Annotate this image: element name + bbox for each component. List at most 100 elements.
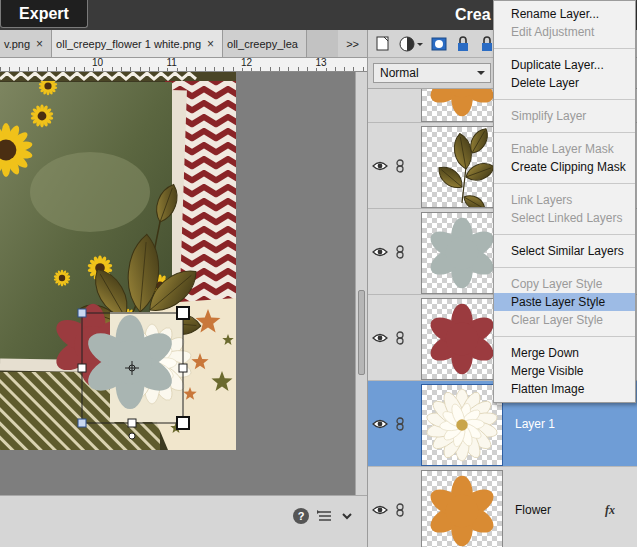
layer-thumbnail[interactable] bbox=[421, 298, 503, 380]
menu-item-state: Merge Visible bbox=[511, 364, 583, 378]
layer-link[interactable] bbox=[394, 123, 406, 209]
blend-mode-dropdown[interactable]: Normal bbox=[373, 63, 491, 83]
layer-mask-icon[interactable] bbox=[430, 35, 448, 53]
blend-mode-value: Normal bbox=[380, 66, 419, 80]
menu-item[interactable]: Flatten Image bbox=[494, 380, 635, 398]
menu-item[interactable]: Rename Layer... bbox=[494, 5, 635, 23]
layer-link[interactable] bbox=[394, 295, 406, 381]
eye-icon[interactable] bbox=[372, 333, 388, 343]
menu-item-state: Paste Layer Style bbox=[511, 295, 605, 309]
document-tab[interactable]: v.png × bbox=[0, 30, 52, 57]
menu-item-label: Simplify Layer bbox=[511, 109, 586, 123]
canvas[interactable] bbox=[0, 72, 355, 495]
document-tab[interactable]: oll_creepy_flower 1 white.png × bbox=[52, 30, 223, 57]
visibility-toggle[interactable] bbox=[372, 381, 388, 467]
menu-item-slot: Paste Layer Style bbox=[494, 293, 635, 311]
menu-item[interactable]: Delete Layer bbox=[494, 74, 635, 92]
eye-icon[interactable] bbox=[372, 247, 388, 257]
menu-item-label[interactable]: Rename Layer... bbox=[511, 7, 599, 21]
help-button[interactable]: ? bbox=[293, 508, 309, 524]
link-icon[interactable] bbox=[396, 245, 404, 259]
menu-item-slot: Enable Layer Mask bbox=[494, 140, 635, 158]
menu-item: Link Layers bbox=[494, 191, 635, 209]
layer-thumbnail[interactable] bbox=[421, 470, 503, 547]
scrollbar-thumb[interactable] bbox=[358, 290, 365, 375]
tab-overflow-button[interactable]: >> bbox=[338, 30, 367, 57]
scrapbook-image[interactable] bbox=[0, 72, 236, 450]
ruler-label: 13 bbox=[316, 58, 329, 68]
layer-thumbnail[interactable] bbox=[421, 126, 503, 208]
menu-item-label[interactable]: Duplicate Layer... bbox=[511, 58, 604, 72]
menu-item-slot: Rename Layer... bbox=[494, 5, 635, 23]
photoshop-elements-window: ExpertCreav.png×oll_creepy_flower 1 whit… bbox=[0, 0, 637, 547]
chevron-down-icon[interactable] bbox=[341, 508, 353, 524]
layer-name[interactable]: Flower bbox=[515, 467, 551, 547]
link-icon[interactable] bbox=[396, 417, 404, 431]
visibility-toggle[interactable] bbox=[372, 467, 388, 547]
menu-item-label[interactable]: Paste Layer Style bbox=[511, 295, 605, 309]
menu-item[interactable]: Duplicate Layer... bbox=[494, 56, 635, 74]
canvas-scrollbar[interactable] bbox=[355, 72, 367, 495]
menu-item-label[interactable]: Select Similar Layers bbox=[511, 244, 624, 258]
menu-item-slot: Clear Layer Style bbox=[494, 311, 635, 329]
menu-item[interactable]: Paste Layer Style bbox=[494, 293, 635, 311]
document-tabs: v.png×oll_creepy_flower 1 white.png×oll_… bbox=[0, 30, 367, 58]
menu-item-state: Select Linked Layers bbox=[511, 211, 622, 225]
menu-item-label[interactable]: Merge Down bbox=[511, 346, 579, 360]
menu-separator-slot bbox=[494, 227, 635, 242]
eye-icon[interactable] bbox=[372, 419, 388, 429]
menu-item-state: Create Clipping Mask bbox=[511, 160, 626, 174]
layer-link[interactable] bbox=[394, 88, 406, 123]
tab-label: v.png bbox=[4, 38, 30, 50]
menu-separator-slot bbox=[494, 176, 635, 191]
menu-item-slot: Copy Layer Style bbox=[494, 275, 635, 293]
ruler-label: 11 bbox=[167, 58, 179, 68]
tab-close-button[interactable]: × bbox=[207, 37, 214, 51]
document-area: v.png×oll_creepy_flower 1 white.png×oll_… bbox=[0, 30, 367, 547]
new-layer-icon[interactable] bbox=[374, 35, 392, 53]
eye-icon[interactable] bbox=[372, 161, 388, 171]
flower-shape bbox=[426, 476, 498, 547]
eye-icon[interactable] bbox=[372, 505, 388, 515]
menu-item-label[interactable]: Merge Visible bbox=[511, 364, 583, 378]
lock-transparent-icon[interactable] bbox=[454, 35, 472, 53]
layer-style-badge[interactable]: fx bbox=[605, 467, 615, 547]
document-tab[interactable]: oll_creepy_lea bbox=[223, 30, 307, 57]
menu-item-label[interactable]: Flatten Image bbox=[511, 382, 584, 396]
menu-item[interactable]: Create Clipping Mask bbox=[494, 158, 635, 176]
visibility-toggle[interactable] bbox=[372, 123, 388, 209]
visibility-toggle[interactable] bbox=[372, 209, 388, 295]
panel-list-icon[interactable] bbox=[317, 508, 333, 524]
status-bar: ? bbox=[0, 495, 367, 547]
tab-close-button[interactable]: × bbox=[36, 37, 43, 51]
menu-separator bbox=[494, 41, 635, 56]
visibility-toggle[interactable] bbox=[372, 88, 388, 123]
menu-item-slot: Duplicate Layer... bbox=[494, 56, 635, 74]
link-icon[interactable] bbox=[396, 503, 404, 517]
layer-row[interactable]: Flower fx bbox=[368, 467, 637, 547]
menu-item-state: Simplify Layer bbox=[511, 109, 586, 123]
adjustment-layer-icon[interactable] bbox=[398, 35, 424, 53]
tab-label: oll_creepy_flower 1 white.png bbox=[56, 38, 201, 50]
layer-link[interactable] bbox=[394, 467, 406, 547]
menu-item-slot: Delete Layer bbox=[494, 74, 635, 92]
menu-item: Enable Layer Mask bbox=[494, 140, 635, 158]
expert-mode-button[interactable]: Expert bbox=[0, 0, 88, 28]
menu-item[interactable]: Merge Down bbox=[494, 344, 635, 362]
visibility-toggle[interactable] bbox=[372, 295, 388, 381]
menu-item: Copy Layer Style bbox=[494, 275, 635, 293]
menu-item[interactable]: Select Similar Layers bbox=[494, 242, 635, 260]
link-icon[interactable] bbox=[396, 159, 404, 173]
layer-thumbnail[interactable] bbox=[421, 212, 503, 294]
layer-thumbnail[interactable] bbox=[421, 384, 503, 466]
layer-link[interactable] bbox=[394, 381, 406, 467]
separator-line bbox=[494, 267, 635, 268]
menu-item[interactable]: Merge Visible bbox=[494, 362, 635, 380]
layer-link[interactable] bbox=[394, 209, 406, 295]
menu-item-label[interactable]: Delete Layer bbox=[511, 76, 579, 90]
menu-item: Edit Adjustment bbox=[494, 23, 635, 41]
layer-thumbnail[interactable] bbox=[421, 88, 503, 122]
menu-item-label: Enable Layer Mask bbox=[511, 142, 614, 156]
link-icon[interactable] bbox=[396, 331, 404, 345]
menu-item-label[interactable]: Create Clipping Mask bbox=[511, 160, 626, 174]
